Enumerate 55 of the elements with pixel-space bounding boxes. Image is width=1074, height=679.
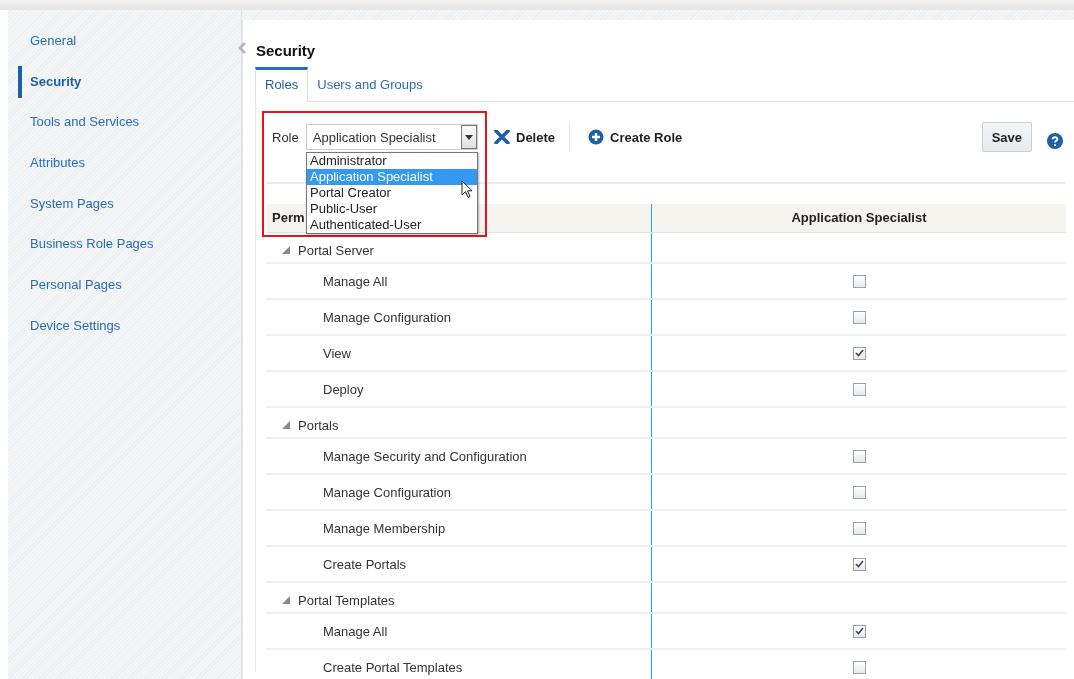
checkbox[interactable] [852, 274, 866, 288]
plus-circle-icon [588, 129, 605, 145]
expanded-triangle-icon[interactable] [282, 596, 290, 604]
tab[interactable]: Users and Groups [308, 67, 432, 101]
permission-label: Deploy [322, 381, 364, 397]
column-header: Perm [272, 210, 305, 225]
caret-icon [464, 134, 473, 140]
dropdown-option[interactable]: Portal Creator [307, 185, 477, 201]
sidebar-item[interactable]: Attributes [18, 154, 85, 173]
permission-label: Manage Security and Configuration [322, 448, 527, 464]
sidebar-item[interactable]: Tools and Services [18, 113, 140, 132]
checkbox[interactable] [852, 557, 866, 571]
dropdown-button[interactable] [460, 125, 477, 149]
expanded-triangle-icon[interactable] [282, 421, 290, 429]
tab[interactable]: Roles [255, 67, 309, 102]
permission-label: Manage All [322, 273, 388, 289]
permission-label: Manage All [322, 623, 388, 639]
checkbox[interactable] [852, 521, 866, 535]
x-icon [494, 130, 510, 144]
expanded-triangle-icon[interactable] [282, 246, 290, 254]
checkbox[interactable] [852, 310, 866, 324]
sidebar-item[interactable]: Business Role Pages [18, 235, 154, 254]
mouse-pointer-icon [461, 180, 473, 199]
column-header: Application Specialist [651, 204, 1066, 232]
checkbox[interactable] [852, 660, 866, 674]
sidebar-item[interactable]: Personal Pages [18, 276, 122, 295]
checkbox[interactable] [852, 346, 866, 360]
dropdown-option[interactable]: Public-User [307, 201, 477, 217]
permission-label: Manage Configuration [322, 309, 451, 325]
sidebar-item[interactable]: Device Settings [18, 316, 121, 335]
checkbox[interactable] [852, 382, 866, 396]
create-role-button[interactable]: Create Role [578, 129, 693, 145]
checkbox[interactable] [852, 624, 866, 638]
sidebar-item[interactable]: General [18, 32, 77, 50]
group-label: Portal Server [298, 242, 374, 258]
checkbox[interactable] [852, 449, 866, 463]
group-label: Portal Templates [298, 592, 395, 608]
permission-label: Create Portal Templates [322, 659, 463, 675]
chevron-left-icon[interactable] [238, 42, 246, 54]
group-label: Portals [298, 417, 339, 433]
sidebar-item[interactable]: Security [18, 65, 82, 98]
sidebar-item[interactable]: System Pages [18, 194, 114, 213]
permission-label: Create Portals [322, 556, 407, 572]
field-label: Role [272, 129, 299, 145]
dropdown-option[interactable]: Authenticated-User [307, 217, 477, 233]
permission-label: Manage Configuration [322, 484, 451, 500]
permission-label: Manage Membership [322, 520, 446, 536]
role-dropdown[interactable]: Application Specialist [305, 124, 478, 150]
delete-button[interactable]: Delete [484, 129, 566, 145]
help-icon[interactable] [1047, 133, 1063, 149]
page-title: Security [255, 42, 317, 60]
dropdown-option[interactable]: Administrator [307, 153, 477, 169]
permission-label: View [322, 345, 351, 361]
save-button[interactable]: Save [981, 122, 1032, 152]
checkbox[interactable] [852, 485, 866, 499]
